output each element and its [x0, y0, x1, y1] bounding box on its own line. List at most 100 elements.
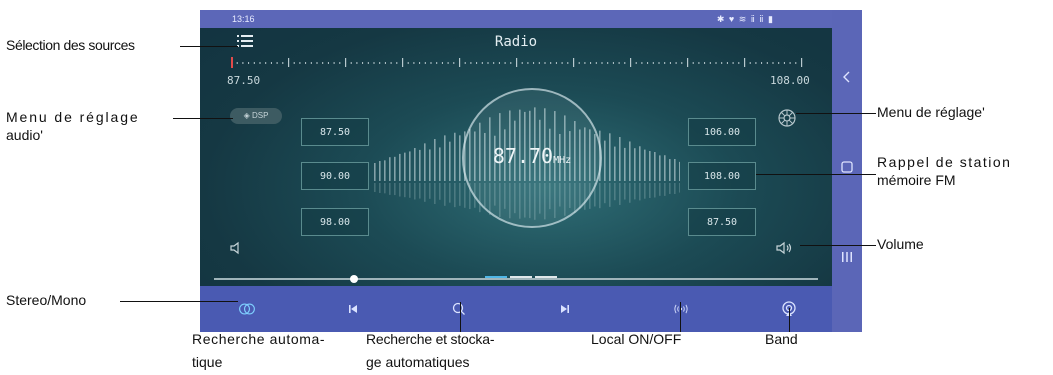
scale-tick	[749, 62, 751, 64]
scale-tick	[801, 58, 803, 67]
scale-tick	[795, 62, 797, 64]
preset-left-1[interactable]: 87.50	[301, 118, 369, 146]
scale-tick	[704, 62, 706, 64]
spectrum-bar	[424, 143, 426, 181]
spectrum-reflection	[419, 183, 421, 199]
leader-scan	[460, 302, 461, 332]
scale-tick	[487, 62, 489, 64]
scale-tick	[447, 62, 449, 64]
scale-tick	[681, 62, 683, 64]
annotation-stereo: Stereo/Mono	[6, 292, 87, 308]
progress-track[interactable]	[214, 278, 818, 280]
dsp-button[interactable]: ◈ DSP	[230, 108, 282, 124]
scale-tick	[265, 62, 267, 64]
spectrum-reflection	[394, 183, 396, 196]
progress-knob[interactable]	[350, 275, 358, 283]
scale-tick	[652, 62, 654, 64]
spectrum-bar	[419, 149, 421, 181]
settings-gear-icon[interactable]	[776, 107, 798, 129]
scale-tick	[726, 62, 728, 64]
annotation-memory-line2: mémoire FM	[877, 172, 956, 188]
scale-tick	[379, 62, 381, 64]
scale-tick	[464, 62, 466, 64]
square-icon[interactable]	[839, 160, 855, 174]
spectrum-reflection	[414, 183, 416, 200]
chevron-left-icon[interactable]	[839, 70, 855, 84]
spectrum-bar	[374, 163, 376, 181]
scale-tick	[390, 62, 392, 64]
spectrum-bar	[664, 155, 666, 181]
scale-tick	[538, 62, 540, 64]
scale-tick	[732, 62, 734, 64]
preset-left-3[interactable]: 98.00	[301, 208, 369, 236]
scale-tick	[367, 62, 369, 64]
local-signal-icon[interactable]	[672, 300, 690, 318]
scale-tick	[436, 62, 438, 64]
annotation-band: Band	[765, 331, 798, 347]
spectrum-reflection	[619, 183, 621, 205]
preset-right-3[interactable]: 87.50	[688, 208, 756, 236]
annotation-scan-line2: ge automatiques	[366, 354, 470, 370]
spectrum-reflection	[439, 183, 441, 200]
scale-tick	[253, 62, 255, 64]
scale-tick	[413, 62, 415, 64]
preset-left-2[interactable]: 90.00	[301, 162, 369, 190]
scale-tick	[419, 62, 421, 64]
scale-tick	[595, 62, 597, 64]
leader-memory	[756, 174, 876, 175]
spectrum-bar	[649, 151, 651, 181]
volume-up-icon[interactable]	[775, 241, 793, 255]
spectrum-reflection	[434, 183, 436, 204]
scale-min-label: 87.50	[227, 74, 261, 87]
search-icon[interactable]	[450, 300, 468, 318]
preset-right-1[interactable]: 106.00	[688, 118, 756, 146]
scale-tick	[675, 62, 677, 64]
scale-tick	[521, 62, 523, 64]
spectrum-reflection	[609, 183, 611, 207]
leader-volume	[800, 245, 876, 246]
scale-tick	[715, 62, 717, 64]
stereo-mono-icon[interactable]	[238, 300, 256, 318]
preset-right-2[interactable]: 108.00	[688, 162, 756, 190]
spectrum-bar	[629, 141, 631, 181]
scale-tick	[430, 62, 432, 64]
spectrum-bar	[384, 160, 386, 181]
spectrum-bar	[414, 148, 416, 181]
volume-down-icon[interactable]	[228, 241, 242, 255]
spectrum-reflection	[664, 183, 666, 196]
seek-back-icon[interactable]	[344, 300, 362, 318]
radio-screen: 13:16 ✱ ♥ ≋ ⅱ ⅱ ▮ Radio 87.50 108.00 ◈ D…	[200, 10, 832, 332]
annotation-settings: Menu de réglage'	[877, 104, 985, 120]
navigation-bar	[832, 10, 862, 332]
annotation-local: Local ON/OFF	[591, 331, 682, 347]
scale-tick	[601, 62, 603, 64]
annotation-memory-line1: Rappel de station	[877, 154, 1012, 170]
app-title: Radio	[494, 34, 538, 50]
page-indicator	[485, 266, 560, 284]
dsp-label: DSP	[251, 111, 269, 120]
scale-tick	[282, 62, 284, 64]
frequency-scale[interactable]	[227, 56, 805, 70]
frequency-unit: MHz	[553, 155, 572, 166]
scale-tick	[476, 62, 478, 64]
seek-forward-icon[interactable]	[556, 300, 574, 318]
leader-sources	[180, 46, 238, 47]
spectrum-bar	[444, 135, 446, 181]
scale-tick	[578, 62, 580, 64]
scale-tick	[647, 62, 649, 64]
spectrum-bar	[379, 161, 381, 181]
spectrum-bar	[454, 132, 456, 181]
scale-tick	[755, 62, 757, 64]
scale-tick	[322, 62, 324, 64]
scale-tick	[607, 62, 609, 64]
scale-tick	[789, 62, 791, 64]
spectrum-bar	[624, 147, 626, 181]
spectrum-reflection	[454, 183, 456, 208]
scale-tick	[373, 62, 375, 64]
status-time: 13:16	[232, 14, 255, 24]
scale-tick	[516, 58, 518, 67]
leader-local	[680, 302, 681, 332]
scale-max-label: 108.00	[770, 74, 810, 87]
recents-icon[interactable]	[839, 250, 855, 264]
scale-tick	[470, 62, 472, 64]
